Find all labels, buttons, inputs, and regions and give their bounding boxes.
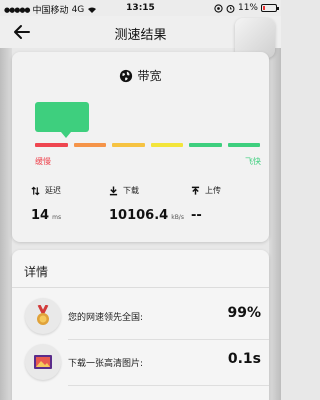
scale-fast-label: 飞快	[245, 157, 261, 166]
detail-row-ranking: 您的网速领先全国: 99%	[12, 294, 269, 340]
details-card: 详情 您的网速领先全国: 99% 下载一张高清图片: 0.1s	[12, 250, 269, 400]
upload-label: 上传	[205, 186, 221, 195]
battery-percent: 11%	[237, 3, 258, 13]
background-left-decoration	[0, 40, 12, 400]
globe-icon	[120, 69, 133, 82]
scale-slow-label: 缓慢	[35, 157, 51, 166]
speed-scale	[35, 143, 260, 147]
bandwidth-heading: 带宽	[12, 67, 269, 84]
details-title: 详情	[24, 265, 49, 279]
detail-image-text: 下载一张高清图片:	[68, 359, 144, 369]
download-metric: 下载 10106.4 kB/s	[109, 185, 184, 223]
upload-icon	[191, 186, 200, 195]
speed-scale-segment	[35, 143, 68, 147]
latency-value: 14	[31, 208, 50, 223]
detail-row-image-download: 下载一张高清图片: 0.1s	[12, 340, 269, 386]
alarm-icon	[226, 4, 235, 13]
background-right-decoration	[269, 40, 281, 400]
location-icon	[214, 3, 223, 13]
speed-scale-segment	[227, 143, 260, 147]
divider	[12, 287, 269, 288]
bandwidth-title: 带宽	[137, 69, 162, 83]
bandwidth-card: 带宽 缓慢 飞快 延迟 14 ms 下载 10106.4 kB/s 上传 --	[12, 52, 269, 242]
divider	[68, 385, 269, 386]
latency-metric: 延迟 14 ms	[31, 185, 61, 223]
download-label: 下载	[123, 186, 139, 195]
speed-scale-segment	[150, 143, 183, 147]
download-value: 10106.4	[109, 208, 169, 223]
detail-ranking-value: 99%	[227, 305, 261, 321]
latency-unit: ms	[52, 214, 62, 221]
latency-arrows-icon	[31, 186, 40, 195]
speed-scale-segment	[73, 143, 106, 147]
download-unit: kB/s	[171, 214, 184, 221]
status-bar: ●●●●● 中国移动 4G 13:15 11%	[0, 0, 281, 16]
detail-ranking-text: 您的网速领先全国:	[68, 313, 144, 323]
detail-image-value: 0.1s	[227, 351, 261, 367]
upload-metric: 上传 --	[191, 185, 221, 223]
speed-scale-segment	[189, 143, 222, 147]
latency-label: 延迟	[45, 186, 61, 195]
speed-meter-indicator	[35, 102, 89, 138]
photo-icon	[25, 344, 61, 380]
download-icon	[109, 186, 118, 195]
battery-icon	[261, 4, 279, 12]
medal-icon	[25, 298, 61, 334]
nav-bar: 测速结果	[0, 16, 281, 58]
upload-value: --	[191, 208, 202, 223]
speed-scale-segment	[112, 143, 145, 147]
